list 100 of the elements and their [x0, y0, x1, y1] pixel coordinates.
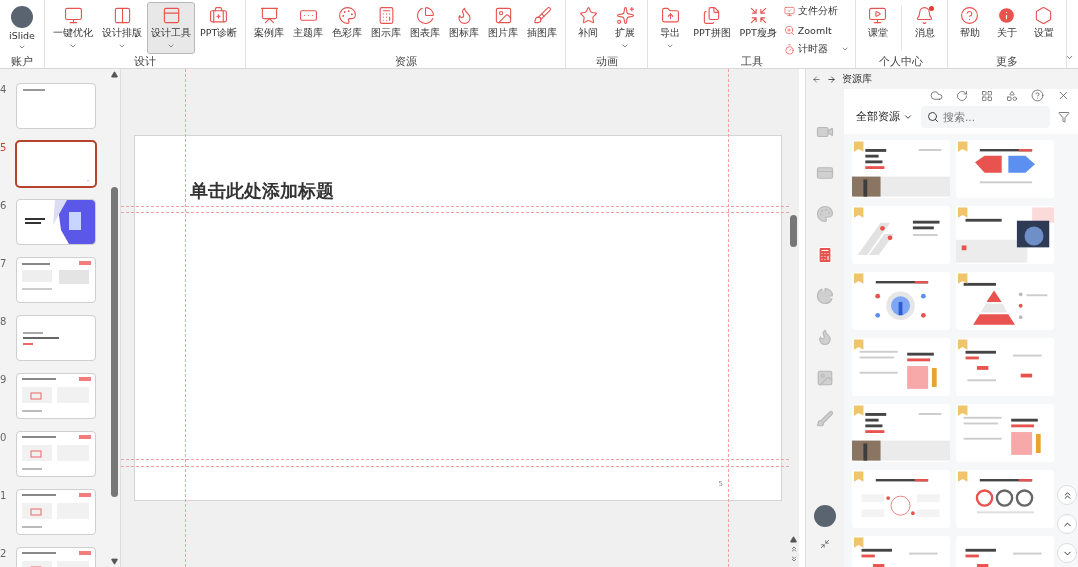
template-preview[interactable]: [852, 272, 950, 330]
ribbon-button[interactable]: 图标库: [445, 2, 484, 54]
caret-icon: [69, 42, 77, 50]
ribbon-button[interactable]: 设计工具: [147, 2, 195, 54]
pie-chart-icon: [415, 6, 435, 25]
ribbon-button[interactable]: 色彩库: [328, 2, 367, 54]
refresh-icon[interactable]: [956, 89, 968, 102]
group-label: 工具: [739, 55, 764, 67]
card-icon: [816, 164, 834, 182]
group-label: 资源: [393, 55, 418, 67]
ribbon-button[interactable]: PPT诊断: [196, 2, 242, 54]
caret-icon: [621, 42, 630, 50]
ribbon-button[interactable]: 图片库: [484, 2, 523, 54]
presentation-icon: [259, 6, 279, 25]
flame-icon: [816, 328, 834, 346]
template-preview[interactable]: [852, 404, 950, 462]
ribbon-button[interactable]: 设置: [1025, 2, 1062, 54]
scroll-up-icon[interactable]: [790, 536, 797, 543]
ribbon-button[interactable]: 主题库: [289, 2, 328, 54]
slide-thumbnail[interactable]: [17, 374, 95, 418]
caret-icon: [118, 42, 126, 50]
slide-number: 5: [0, 142, 8, 153]
previous-slide-icon[interactable]: [790, 545, 798, 553]
slide-thumbnail[interactable]: [17, 84, 95, 128]
layout-icon: [161, 6, 181, 25]
sparkle-star-icon: [615, 6, 635, 25]
filter-icon[interactable]: [1058, 111, 1070, 123]
ribbon-button[interactable]: 图示库: [367, 2, 406, 54]
help-icon[interactable]: [1031, 89, 1044, 102]
slide-title[interactable]: 单击此处添加标题: [190, 179, 781, 203]
arrange-icon[interactable]: [1006, 89, 1018, 102]
ribbon-button[interactable]: 一键优化: [49, 2, 97, 54]
ribbon-button[interactable]: PPT拼图: [689, 2, 735, 54]
collapse-caret-icon[interactable]: [1065, 53, 1074, 62]
back-icon[interactable]: [812, 74, 821, 84]
category-dropdown[interactable]: 全部资源: [856, 110, 913, 124]
files-icon: [702, 6, 722, 25]
category-tab[interactable]: [816, 287, 834, 305]
folder-upload-icon: [660, 6, 680, 25]
close-icon[interactable]: [1057, 89, 1070, 102]
template-preview[interactable]: [956, 470, 1054, 528]
palette-icon: [816, 205, 834, 223]
forward-icon[interactable]: [827, 74, 836, 84]
zoom-icon: [783, 24, 795, 36]
template-preview[interactable]: [852, 140, 950, 198]
slide-number: 4: [0, 84, 8, 95]
caret-icon: [18, 43, 26, 51]
cloud-icon[interactable]: [930, 89, 943, 102]
panel-title: 资源库: [842, 72, 872, 86]
brush-icon: [532, 6, 552, 25]
slide-number: 8: [0, 316, 8, 327]
bell-icon: [915, 6, 935, 25]
scrollbar-thumb[interactable]: [111, 187, 118, 497]
ribbon-button[interactable]: 文件分析: [781, 3, 851, 19]
ribbon-button[interactable]: 关于: [988, 2, 1025, 54]
caret-icon: [840, 45, 849, 53]
ribbon-button[interactable]: 消息: [906, 2, 943, 54]
ribbon-button[interactable]: 案例库: [250, 2, 289, 54]
ribbon-button[interactable]: PPT瘦身: [735, 2, 781, 54]
shrink-icon: [748, 6, 768, 25]
image-icon: [816, 369, 834, 387]
ribbon-button[interactable]: 插图库: [523, 2, 562, 54]
ribbon-button[interactable]: 扩展: [607, 2, 644, 54]
category-tab[interactable]: [816, 164, 834, 182]
slide-thumbnail[interactable]: [17, 200, 95, 244]
ribbon-button[interactable]: 补间: [570, 2, 607, 54]
caret-icon: [903, 112, 913, 122]
slide-number: 0: [0, 432, 8, 443]
settings-icon: [1034, 6, 1054, 25]
ribbon-button[interactable]: 帮助: [951, 2, 988, 54]
scrollbar-thumb[interactable]: [790, 215, 797, 247]
slide-thumbnail[interactable]: [17, 490, 95, 534]
star-icon: [578, 6, 598, 25]
scroll-up-icon[interactable]: [111, 71, 118, 78]
ribbon-button[interactable]: ZoomIt: [781, 22, 851, 38]
account-button[interactable]: iSlide: [4, 2, 40, 54]
shrink-icon[interactable]: [820, 539, 830, 549]
slide-thumbnail[interactable]: [17, 316, 95, 360]
pie-chart-icon: [816, 287, 834, 305]
ribbon-button[interactable]: 计时器: [781, 41, 851, 57]
group-label: 更多: [994, 55, 1019, 67]
columns-icon: [112, 6, 132, 25]
ribbon-button[interactable]: 图表库: [406, 2, 445, 54]
slide-thumbnail[interactable]: [17, 432, 95, 476]
slide-thumbnail[interactable]: [17, 142, 95, 186]
avatar-icon: [11, 6, 33, 28]
grid-icon[interactable]: [981, 89, 993, 102]
search-field[interactable]: 搜索...: [921, 106, 1050, 128]
ribbon-button[interactable]: 课堂: [859, 2, 896, 54]
help-icon: [960, 6, 980, 25]
ribbon-button[interactable]: 导出: [652, 2, 689, 54]
group-label: 个人中心: [878, 55, 925, 67]
slide-thumbnail[interactable]: [17, 258, 95, 302]
avatar-icon[interactable]: [814, 505, 836, 527]
slide-number: 7: [0, 258, 8, 269]
next-slide-icon[interactable]: [790, 555, 798, 563]
caret-icon: [167, 42, 175, 50]
template-preview[interactable]: [956, 206, 1054, 264]
ribbon-button[interactable]: 设计排版: [98, 2, 146, 54]
scroll-down-icon[interactable]: [111, 558, 118, 565]
